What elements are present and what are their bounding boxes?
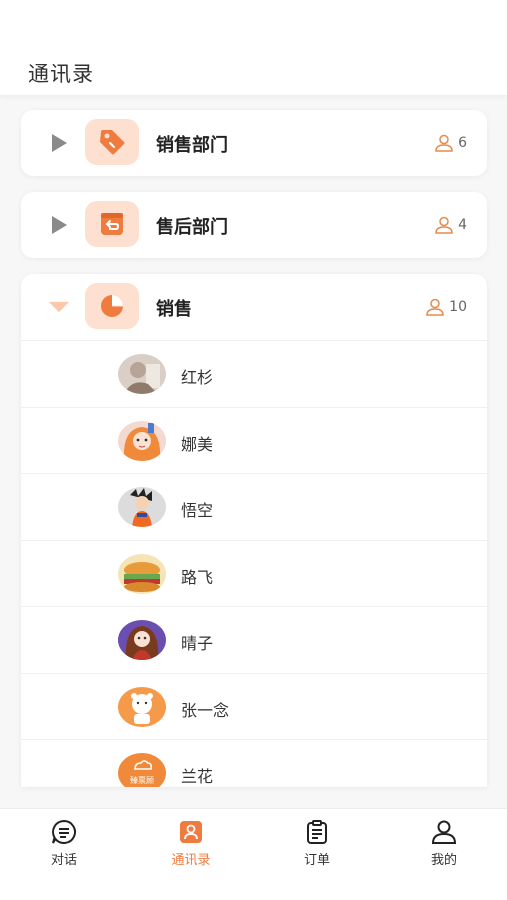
member-count-value: 6 — [458, 135, 467, 151]
contact-list: 销售部门 6 售后部门 4 销售 10 红杉 娜美 悟空 路飞 晴子 张一念 臻… — [21, 110, 487, 803]
member-count-value: 4 — [458, 217, 467, 233]
member-row[interactable]: 路飞 — [21, 539, 487, 607]
member-row[interactable]: 张一念 — [21, 672, 487, 740]
group-header[interactable]: 售后部门 4 — [21, 192, 487, 258]
member-count: 6 — [434, 134, 467, 152]
member-name: 悟空 — [181, 501, 214, 520]
page-title: 通讯录 — [28, 62, 94, 86]
expand-arrow-icon[interactable] — [48, 214, 70, 236]
tab-label: 订单 — [303, 853, 330, 868]
group-name: 销售部门 — [156, 135, 228, 156]
tab-profile[interactable]: 我的 — [404, 819, 484, 868]
member-row[interactable]: 红杉 — [21, 340, 487, 407]
contacts-icon — [151, 819, 231, 845]
order-icon — [277, 819, 357, 845]
avatar-logo-text: 臻票顾 — [130, 775, 154, 785]
collapse-arrow-icon[interactable] — [48, 296, 70, 318]
member-name: 晴子 — [181, 634, 214, 653]
tag-icon — [85, 119, 139, 165]
group-header[interactable]: 销售部门 6 — [21, 110, 487, 176]
profile-icon — [404, 819, 484, 845]
member-row[interactable]: 娜美 — [21, 406, 487, 474]
member-count: 4 — [434, 216, 467, 234]
bottom-tab-bar: 对话 通讯录 订单 我的 — [0, 808, 507, 900]
member-name: 张一念 — [181, 700, 230, 720]
tab-chat[interactable]: 对话 — [24, 819, 104, 868]
avatar[interactable]: 臻票顾 — [118, 753, 166, 787]
tab-label: 对话 — [50, 853, 77, 868]
member-count: 10 — [425, 298, 467, 316]
member-row[interactable]: 晴子 — [21, 606, 487, 673]
group-header[interactable]: 销售 10 — [21, 274, 487, 340]
avatar[interactable] — [118, 354, 166, 394]
pie-chart-icon — [85, 283, 139, 329]
tab-label: 通讯录 — [171, 853, 211, 868]
member-count-value: 10 — [449, 299, 467, 315]
avatar[interactable] — [118, 686, 166, 727]
member-name: 娜美 — [181, 434, 214, 454]
header: 通讯录 — [0, 0, 507, 95]
avatar[interactable] — [118, 620, 166, 660]
member-name: 红杉 — [181, 368, 214, 387]
group-sales: 销售 10 红杉 娜美 悟空 路飞 晴子 张一念 臻票顾 兰花 — [21, 274, 487, 787]
member-row[interactable]: 臻票顾 兰花 — [21, 739, 487, 787]
person-icon — [435, 134, 453, 152]
member-row[interactable]: 悟空 — [21, 473, 487, 540]
person-icon — [426, 298, 444, 316]
expand-arrow-icon[interactable] — [48, 132, 70, 154]
avatar[interactable] — [118, 420, 166, 461]
group-name: 售后部门 — [156, 217, 228, 238]
avatar[interactable] — [118, 487, 166, 527]
member-name: 路飞 — [181, 567, 214, 587]
member-name: 兰花 — [181, 767, 214, 786]
group-sales-dept: 销售部门 6 — [21, 110, 487, 176]
group-name: 销售 — [156, 299, 192, 320]
tab-orders[interactable]: 订单 — [277, 819, 357, 868]
tab-label: 我的 — [430, 853, 457, 868]
chat-icon — [24, 819, 104, 845]
group-aftersales-dept: 售后部门 4 — [21, 192, 487, 258]
tab-contacts[interactable]: 通讯录 — [151, 819, 231, 868]
person-icon — [435, 216, 453, 234]
avatar[interactable] — [118, 553, 166, 594]
return-box-icon — [85, 201, 139, 247]
